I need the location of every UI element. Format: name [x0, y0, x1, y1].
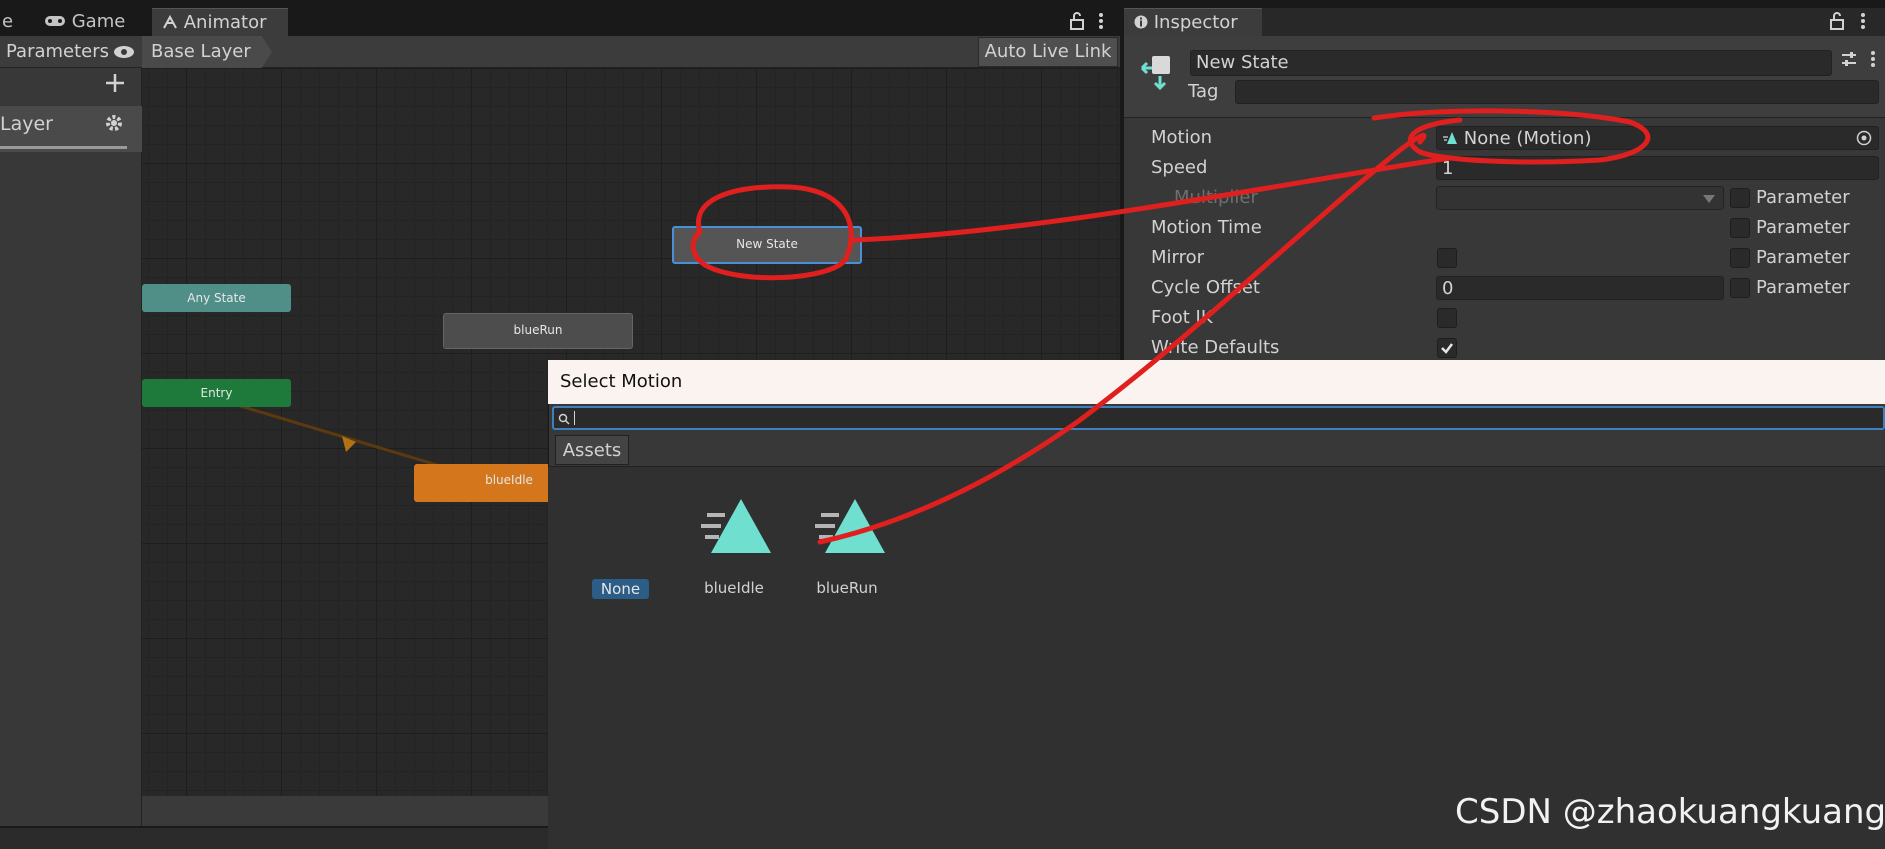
tab-assets[interactable]: Assets: [555, 435, 629, 465]
gear-icon[interactable]: [104, 113, 124, 137]
auto-live-link-button[interactable]: Auto Live Link: [978, 37, 1118, 67]
mirror-parameter-checkbox[interactable]: [1730, 248, 1750, 268]
info-icon: [1134, 12, 1154, 33]
state-icon: [1138, 52, 1174, 96]
tag-field[interactable]: [1235, 80, 1879, 104]
checkmark-icon: [1441, 343, 1453, 354]
mirror-parameter-label: Parameter: [1756, 247, 1850, 268]
state-node-any-state[interactable]: Any State: [142, 284, 291, 312]
multiplier-parameter-label: Parameter: [1756, 187, 1850, 208]
inspector-header: [1124, 36, 1885, 118]
breadcrumb[interactable]: Base Layer: [142, 36, 272, 68]
speed-input[interactable]: 1: [1436, 156, 1879, 180]
text-cursor: [574, 411, 575, 425]
add-layer-icon[interactable]: [104, 72, 126, 98]
write-defaults-checkbox[interactable]: [1437, 338, 1457, 358]
state-node-blue-run[interactable]: blueRun: [443, 313, 633, 349]
gamepad-icon: [44, 11, 72, 32]
speed-label: Speed: [1151, 157, 1208, 178]
cycle-offset-parameter-checkbox[interactable]: [1730, 278, 1750, 298]
tag-label: Tag: [1188, 81, 1219, 102]
multiplier-label: Multiplier: [1174, 187, 1258, 208]
inspector-more-icon[interactable]: [1860, 12, 1866, 34]
blueidle-clip-icon[interactable]: [697, 495, 773, 559]
mirror-checkbox[interactable]: [1437, 248, 1457, 268]
animator-icon: [162, 12, 184, 33]
bluerun-clip-icon[interactable]: [811, 495, 887, 559]
motion-time-label: Motion Time: [1151, 217, 1262, 238]
header-more-icon[interactable]: [1870, 50, 1876, 72]
search-icon: [558, 413, 570, 425]
tab-animator[interactable]: Animator: [152, 8, 288, 36]
tab-scene[interactable]: e: [0, 8, 15, 36]
cycle-offset-label: Cycle Offset: [1151, 277, 1260, 298]
layer-weight-bar: [0, 146, 127, 149]
cycle-offset-input[interactable]: 0: [1436, 276, 1724, 300]
chevron-down-icon: [1703, 195, 1715, 203]
multiplier-parameter-checkbox[interactable]: [1730, 188, 1750, 208]
tab-game[interactable]: Game: [34, 8, 135, 36]
state-name-input[interactable]: New State: [1190, 50, 1832, 76]
lock-icon[interactable]: [1070, 12, 1084, 34]
object-picker-icon[interactable]: [1856, 130, 1872, 150]
motion-time-parameter-checkbox[interactable]: [1730, 218, 1750, 238]
motion-label: Motion: [1151, 127, 1213, 148]
motion-time-parameter-label: Parameter: [1756, 217, 1850, 238]
asset-item-bluerun[interactable]: blueRun: [811, 579, 883, 597]
animation-clip-icon: [1442, 128, 1464, 149]
search-input[interactable]: [552, 406, 1885, 430]
more-menu-icon[interactable]: [1098, 12, 1104, 34]
watermark: CSDN @zhaokuangkuang_: [1455, 792, 1885, 832]
parameters-tab[interactable]: Parameters: [6, 36, 109, 68]
multiplier-dropdown[interactable]: [1436, 186, 1724, 210]
asset-item-none[interactable]: None: [592, 579, 649, 599]
mirror-label: Mirror: [1151, 247, 1205, 268]
top-strip: [0, 0, 1885, 8]
state-node-new-state[interactable]: New State: [672, 226, 862, 264]
layer-name: Layer: [0, 113, 53, 135]
cycle-offset-parameter-label: Parameter: [1756, 277, 1850, 298]
foot-ik-label: Foot IK: [1151, 307, 1213, 328]
foot-ik-checkbox[interactable]: [1437, 308, 1457, 328]
motion-field[interactable]: None (Motion): [1436, 126, 1879, 150]
tab-inspector[interactable]: Inspector: [1124, 8, 1262, 36]
dialog-title: Select Motion: [548, 360, 1885, 404]
layers-panel: [0, 68, 142, 828]
asset-item-blueidle[interactable]: blueIdle: [698, 579, 770, 597]
write-defaults-label: Write Defaults: [1151, 337, 1280, 358]
eye-icon[interactable]: [113, 44, 135, 64]
inspector-lock-icon[interactable]: [1830, 12, 1844, 34]
state-node-entry[interactable]: Entry: [142, 379, 291, 407]
preset-icon[interactable]: [1840, 50, 1858, 72]
